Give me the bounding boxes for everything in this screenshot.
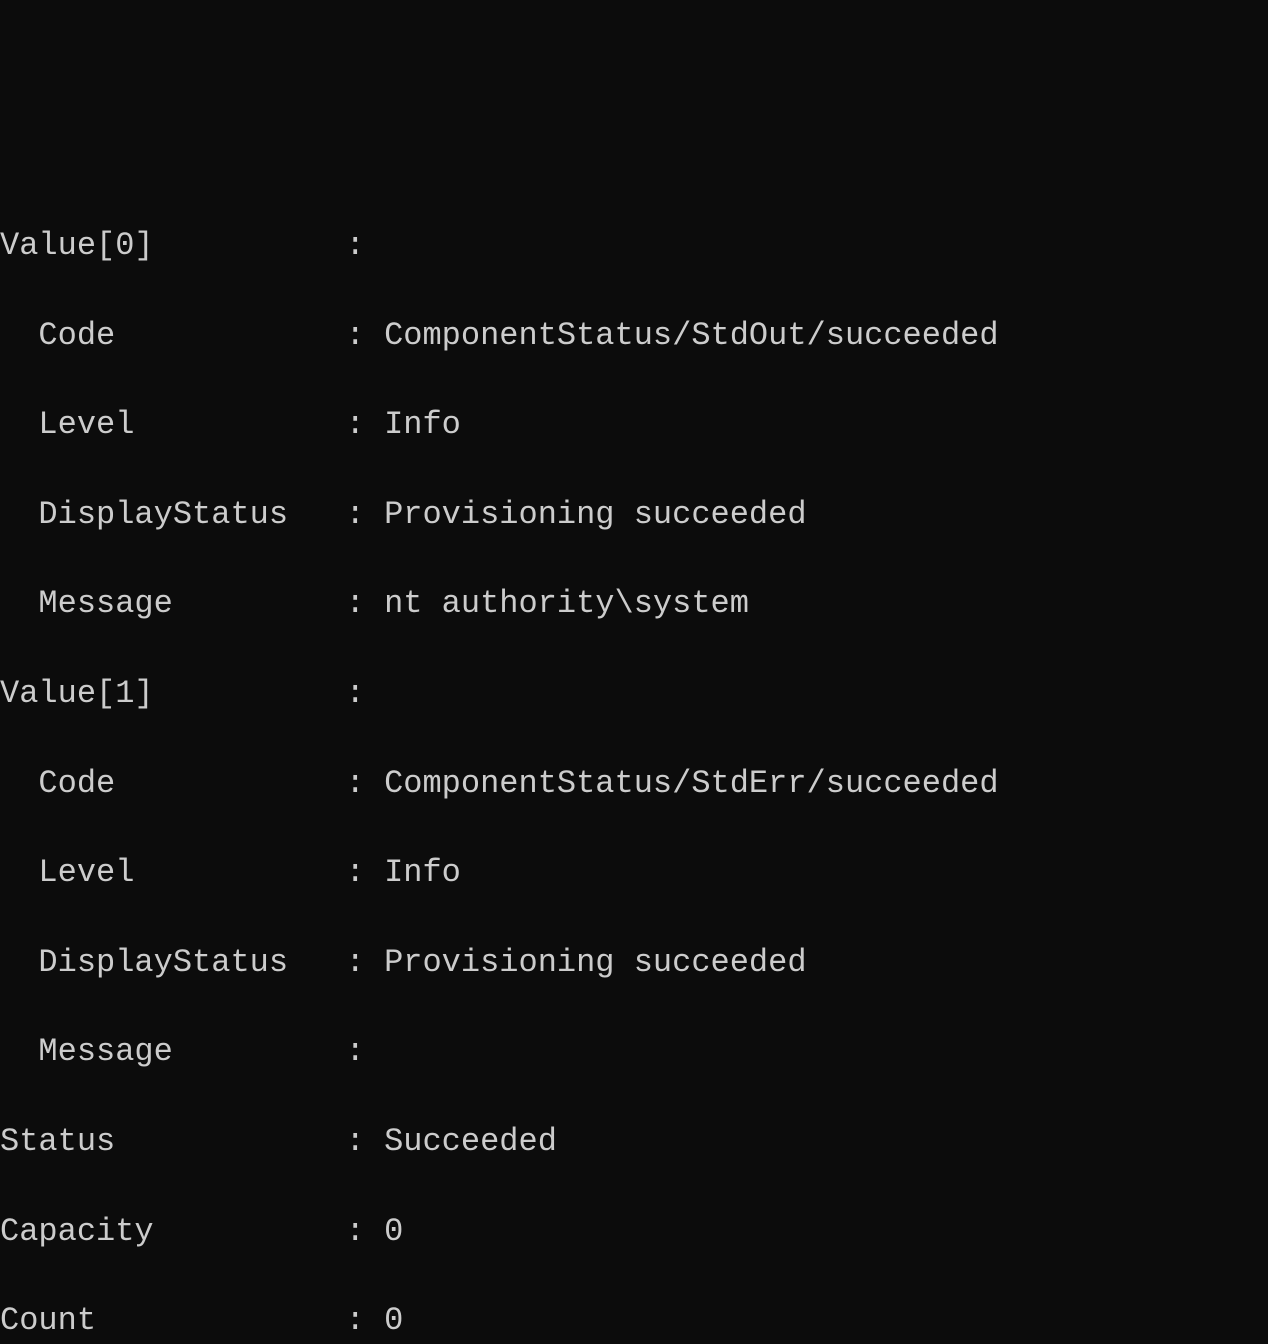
output-line-value0-header: Value[0] : [0,224,1268,269]
output-line-value0-displaystatus: DisplayStatus : Provisioning succeeded [0,493,1268,538]
output-line-status: Status : Succeeded [0,1120,1268,1165]
output-line-count: Count : 0 [0,1299,1268,1344]
output-line-capacity: Capacity : 0 [0,1210,1268,1255]
terminal-output: Value[0] : Code : ComponentStatus/StdOut… [0,179,1268,1344]
output-line-value0-message: Message : nt authority\system [0,582,1268,627]
output-line-value1-level: Level : Info [0,851,1268,896]
output-line-value1-displaystatus: DisplayStatus : Provisioning succeeded [0,941,1268,986]
output-line-value0-level: Level : Info [0,403,1268,448]
output-line-value0-code: Code : ComponentStatus/StdOut/succeeded [0,314,1268,359]
output-line-value1-code: Code : ComponentStatus/StdErr/succeeded [0,762,1268,807]
output-line-value1-header: Value[1] : [0,672,1268,717]
output-line-value1-message: Message : [0,1030,1268,1075]
